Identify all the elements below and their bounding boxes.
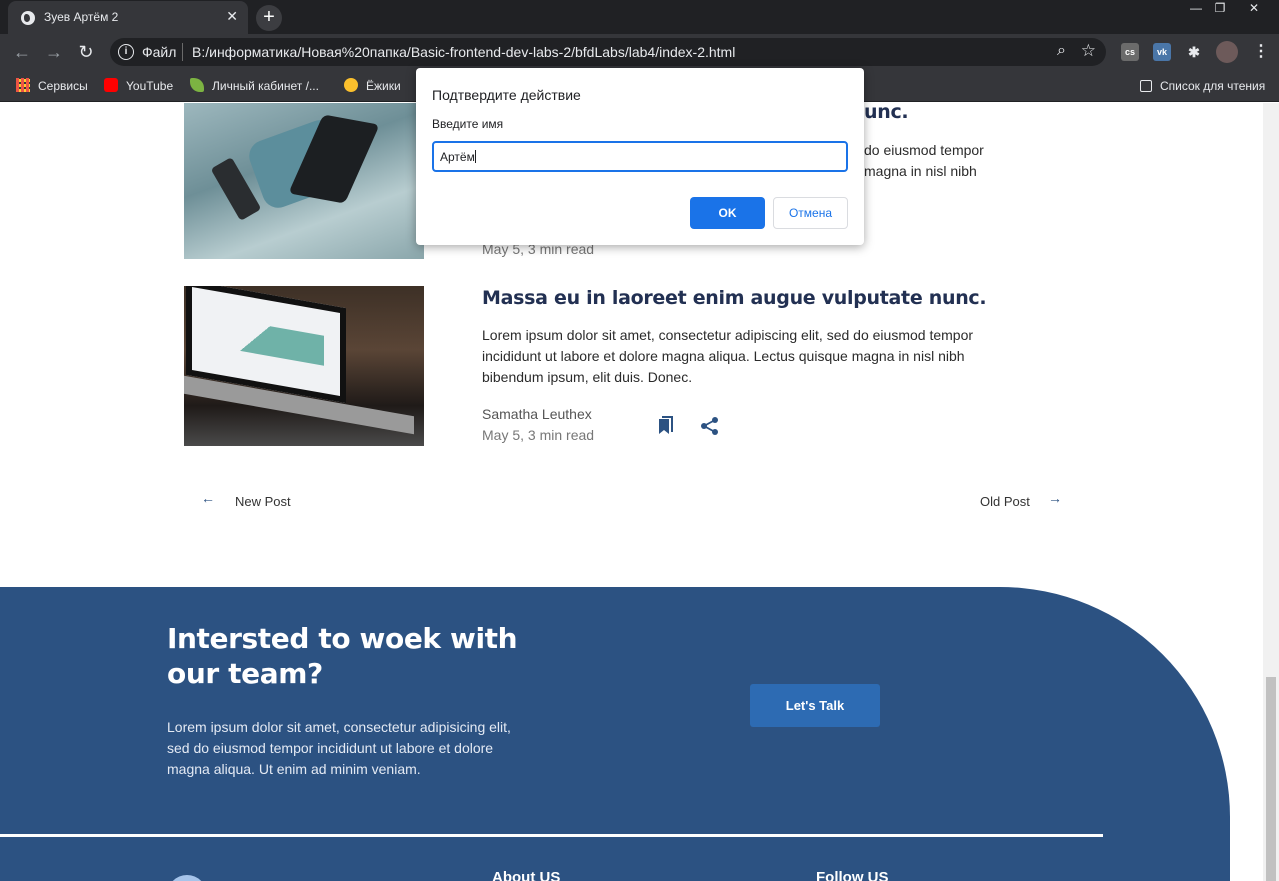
youtube-icon [104, 78, 118, 92]
post-date: May 5, 3 min read [482, 427, 595, 443]
address-bar[interactable]: i Файл B:/информатика/Новая%20папка/Basi… [110, 38, 1106, 66]
bookmark-services[interactable]: Сервисы [16, 77, 88, 95]
arrow-left-icon[interactable]: ← [201, 490, 215, 506]
omnibox-separator [182, 43, 183, 61]
apps-grid-icon [16, 78, 30, 92]
arrow-right-icon[interactable]: → [1048, 490, 1062, 506]
cancel-button[interactable]: Отмена [773, 197, 848, 229]
browser-toolbar: ← → ↻ i Файл B:/информатика/Новая%20папк… [0, 34, 1279, 70]
extension-cs-icon[interactable]: cs [1121, 43, 1139, 61]
file-scheme-label: Файл [142, 44, 177, 60]
new-post-link[interactable]: New Post [235, 494, 291, 509]
bookmark-cabinet[interactable]: Личный кабинет /... [190, 77, 319, 95]
reading-list[interactable]: Список для чтения [1140, 77, 1265, 95]
bookmark-star-icon[interactable]: ☆ [1081, 41, 1096, 61]
browser-window: Зуев Артём 2 ✕ + — ❐ ✕ ← → ↻ i Файл B:/и… [0, 0, 1279, 881]
zoom-icon[interactable]: ⌕ [1057, 42, 1066, 60]
bookmark-icon[interactable] [656, 416, 676, 436]
ok-button[interactable]: OK [690, 197, 765, 229]
restore-button[interactable]: ❐ [1207, 0, 1233, 18]
site-info-icon[interactable]: i [118, 44, 134, 60]
extension-vk-icon[interactable]: vk [1153, 43, 1171, 61]
leaf-icon [190, 78, 204, 92]
menu-kebab-icon[interactable]: ⋮ [1252, 43, 1270, 61]
back-icon[interactable]: ← [12, 42, 32, 62]
globe-icon [21, 11, 35, 25]
vertical-scrollbar[interactable] [1263, 103, 1279, 881]
reading-list-label: Список для чтения [1160, 79, 1266, 93]
tab-close-icon[interactable]: ✕ [226, 8, 238, 25]
post-title[interactable]: Massa eu in laoreet enim augue vulputate… [482, 287, 987, 309]
bookmark-youtube[interactable]: YouTube [104, 77, 173, 95]
reading-list-icon [1140, 80, 1152, 92]
scrollbar-thumb[interactable] [1266, 677, 1276, 881]
post-author[interactable]: Samatha Leuthex [482, 406, 592, 422]
cta-text: Lorem ipsum dolor sit amet, consectetur … [167, 719, 511, 777]
profile-avatar[interactable] [1216, 41, 1238, 63]
name-input-value: Артём [440, 150, 475, 164]
minimize-button[interactable]: — [1183, 0, 1209, 18]
post-image-laptop[interactable] [184, 286, 424, 446]
cta-title: Intersted to woek with our team? [167, 622, 518, 690]
about-us-heading: About US [492, 869, 561, 881]
tab-active[interactable]: Зуев Артём 2 ✕ [8, 1, 248, 34]
url-text[interactable]: B:/информатика/Новая%20папка/Basic-front… [192, 44, 735, 60]
dialog-label: Введите имя [432, 117, 504, 131]
old-post-link[interactable]: Old Post [980, 494, 1030, 509]
prompt-dialog: Подтвердите действие Введите имя Артём O… [416, 68, 864, 245]
dialog-title: Подтвердите действие [432, 87, 581, 103]
name-input[interactable]: Артём [432, 141, 848, 172]
forward-icon[interactable]: → [44, 42, 64, 62]
bookmark-hedgehogs[interactable]: Ёжики [344, 77, 401, 95]
post-text-partial-line2: magna in nisl nibh [864, 163, 977, 179]
close-window-button[interactable]: ✕ [1241, 0, 1267, 18]
post-text-partial-line1: do eiusmod tempor [864, 142, 984, 158]
bookmark-label: YouTube [126, 79, 174, 93]
post-excerpt: Lorem ipsum dolor sit amet, consectetur … [482, 327, 974, 385]
lets-talk-button[interactable]: Let's Talk [750, 684, 880, 727]
tab-title: Зуев Артём 2 [44, 10, 119, 24]
share-icon[interactable] [700, 416, 720, 436]
post-title-partial[interactable]: unc. [864, 103, 909, 123]
bookmark-label: Ёжики [366, 79, 401, 93]
tab-bar: Зуев Артём 2 ✕ + — ❐ ✕ [0, 0, 1279, 34]
follow-us-heading: Follow US [816, 869, 889, 881]
new-tab-button[interactable]: + [256, 5, 282, 31]
extensions-puzzle-icon[interactable]: ✱ [1185, 43, 1203, 61]
text-caret [474, 150, 476, 163]
reload-icon[interactable]: ↻ [76, 42, 96, 62]
bookmark-label: Личный кабинет /... [212, 79, 319, 93]
footer-divider [0, 834, 1103, 837]
post-image-camera[interactable] [184, 103, 424, 259]
bookmark-label: Сервисы [38, 79, 88, 93]
footer-logo[interactable] [167, 875, 207, 881]
star-badge-icon [344, 78, 358, 92]
cta-section: Intersted to woek with our team? Lorem i… [0, 587, 1230, 881]
